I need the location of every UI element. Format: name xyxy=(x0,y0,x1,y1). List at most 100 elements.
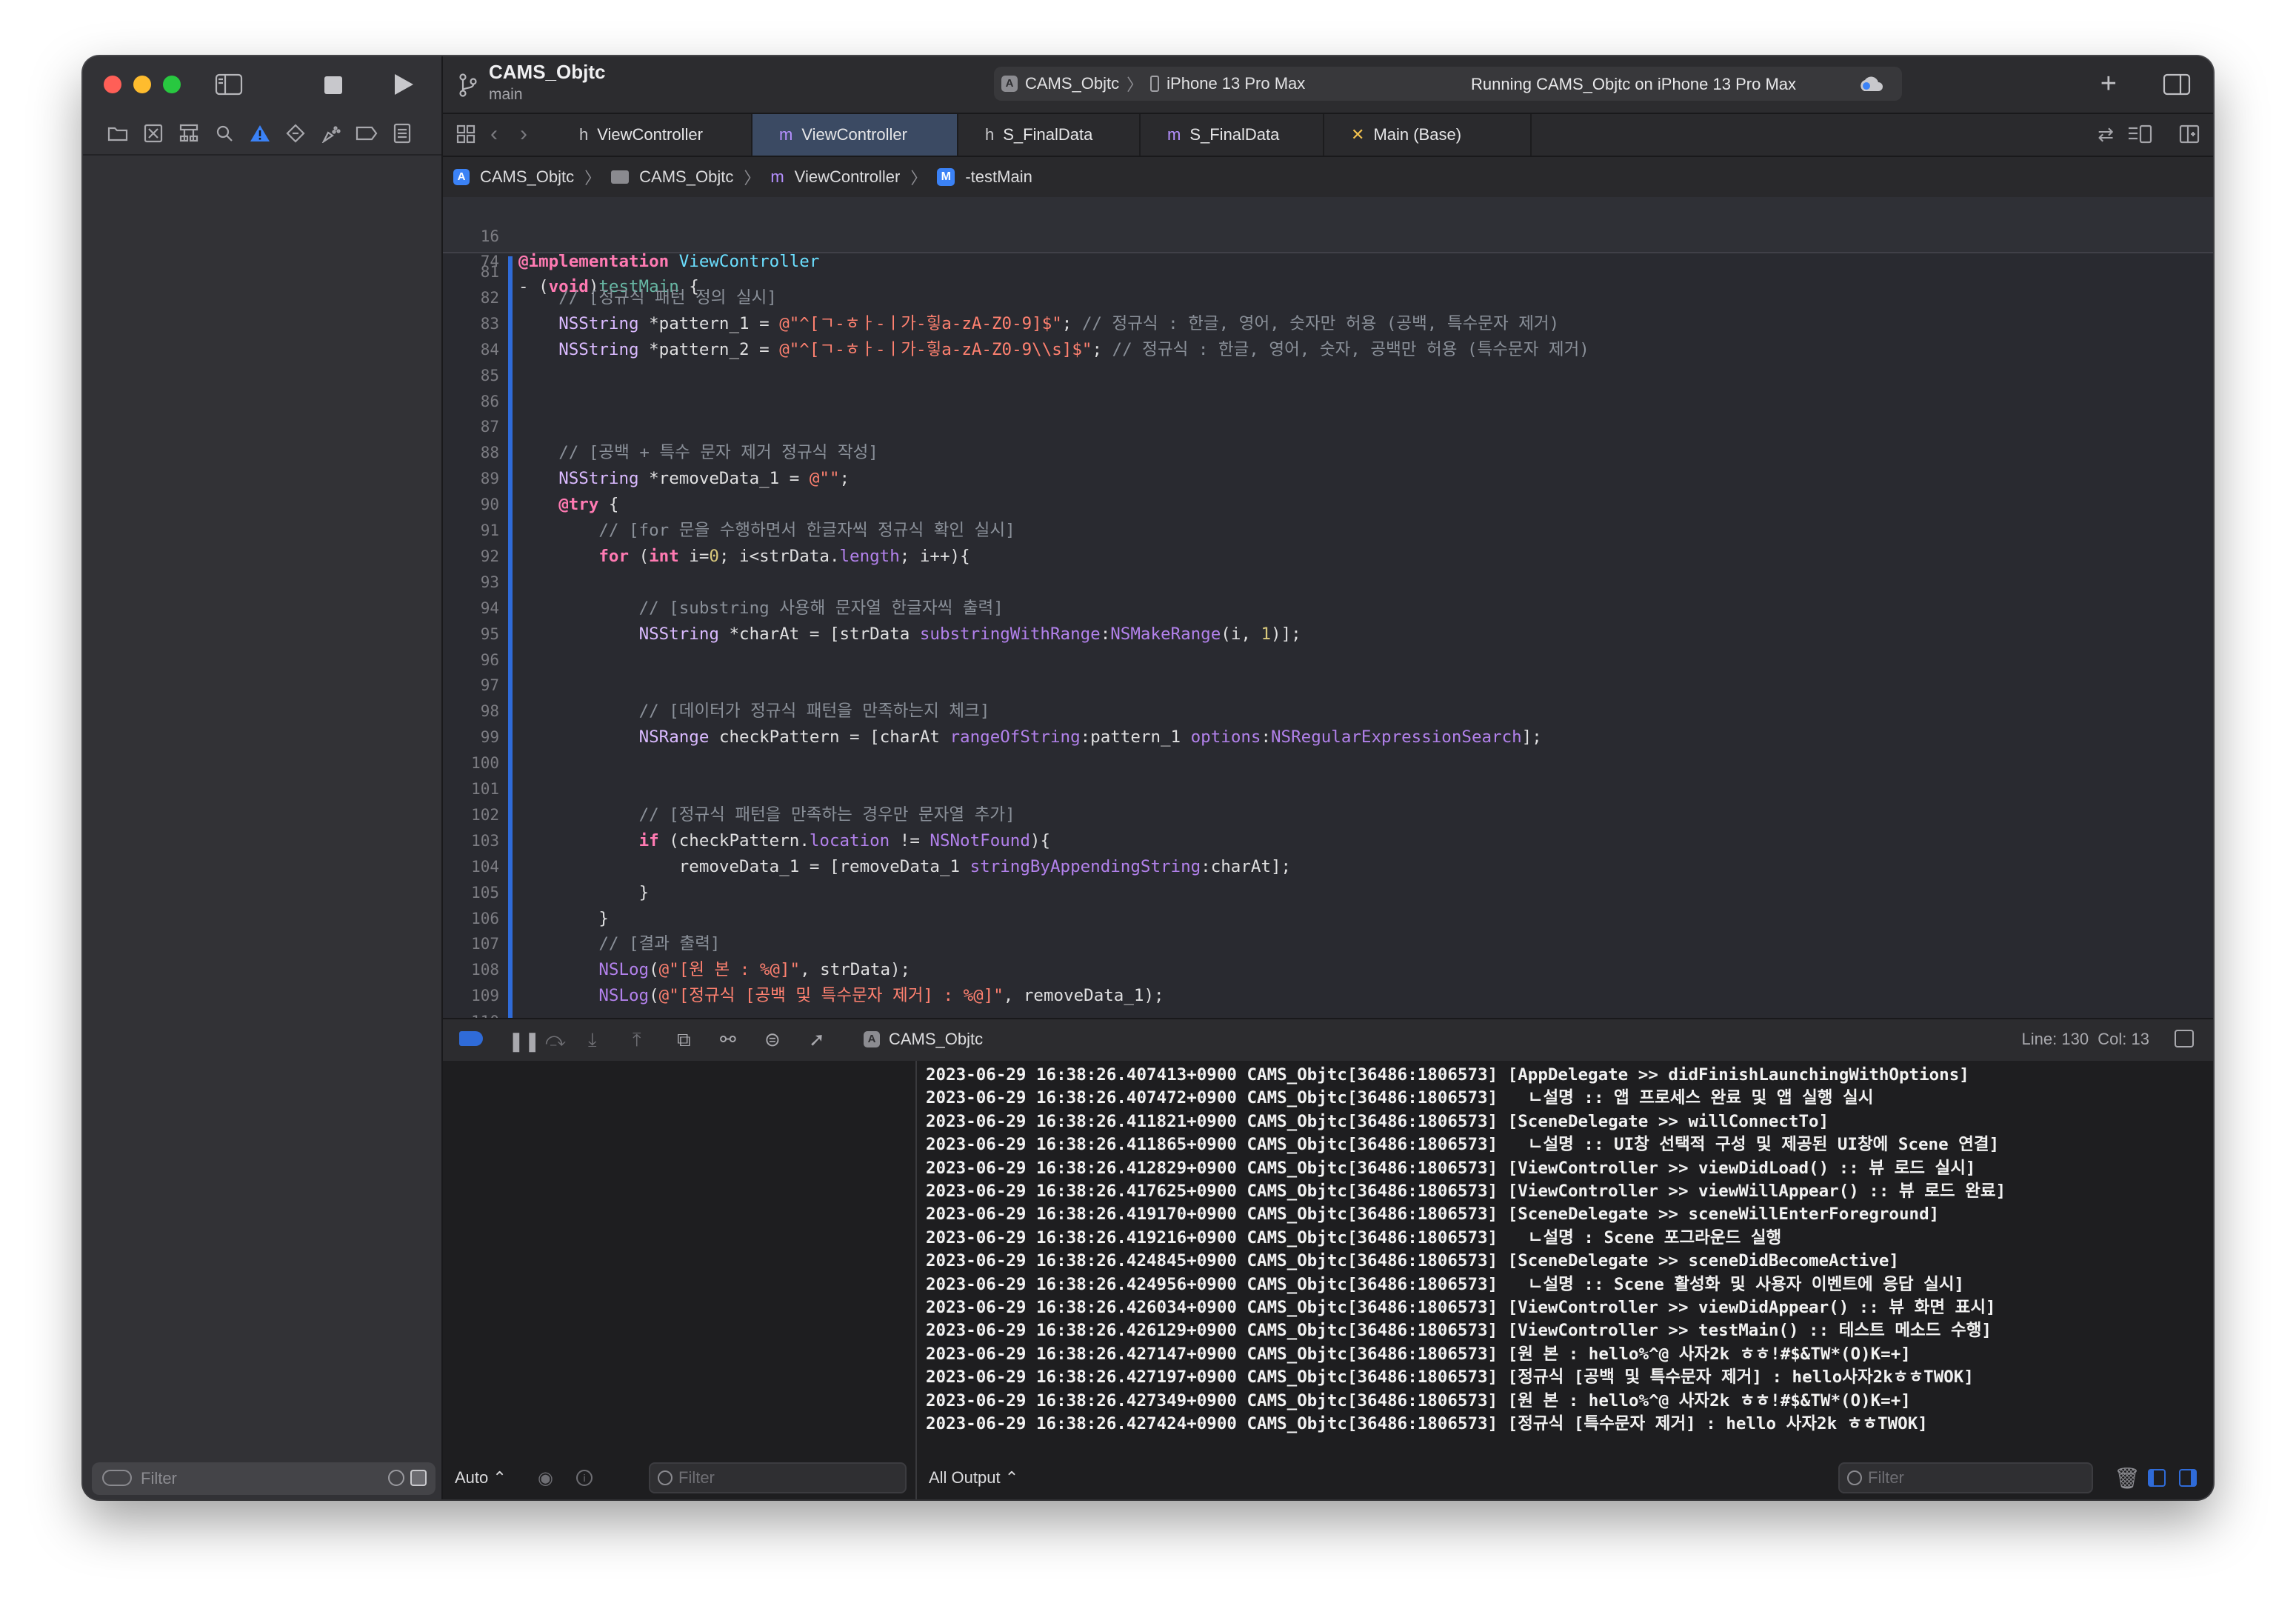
code-line: 92 for (int i=0; i<strData.length; i++){ xyxy=(443,544,2213,569)
breakpoint-icon[interactable] xyxy=(354,121,379,146)
step-over-icon[interactable]: ⤼ xyxy=(545,1028,566,1052)
xcode-window: Filter CAMS_Objtc main A CAMS_Objtc 〉 iP… xyxy=(83,56,2213,1499)
breadcrumb-method[interactable]: -testMain xyxy=(965,167,1032,187)
code-line: 81 xyxy=(443,259,2213,284)
code-line: 108 NSLog(@"[원 본 : %@]", strData); xyxy=(443,957,2213,982)
show-variables-icon[interactable] xyxy=(2148,1469,2166,1487)
tab-main-storyboard[interactable]: ✕ Main (Base) xyxy=(1324,114,1532,156)
simulate-location-icon[interactable]: ➚ xyxy=(809,1028,825,1051)
line-number: 85 xyxy=(480,366,499,384)
console-line: 2023-06-29 16:38:26.426129+0900 CAMS_Obj… xyxy=(926,1321,1992,1341)
line-number: 108 xyxy=(471,961,499,979)
device-icon xyxy=(1150,76,1160,92)
breadcrumb-file[interactable]: ViewController xyxy=(795,167,901,187)
environment-overrides-icon[interactable]: ⊜ xyxy=(764,1028,781,1051)
back-chevron-icon[interactable]: ‹ xyxy=(490,121,498,147)
code-text: NSLog(@"[원 본 : %@]", strData); xyxy=(598,960,911,980)
code-text: // [for 문을 수행하면서 한글자씩 정규식 확인 실시] xyxy=(598,521,1015,540)
code-text: @try { xyxy=(558,495,619,515)
stop-icon[interactable] xyxy=(324,76,342,94)
tab-viewcontroller-h[interactable]: h ViewController xyxy=(553,114,752,156)
info-icon[interactable]: i xyxy=(576,1470,593,1486)
debug-spray-icon[interactable] xyxy=(318,121,344,146)
m-file-icon: m xyxy=(1167,125,1181,144)
report-icon[interactable] xyxy=(390,121,415,146)
line-number: 88 xyxy=(480,444,499,462)
tab-label: ViewController xyxy=(597,125,703,144)
source-control-filter-icon[interactable] xyxy=(410,1470,427,1486)
console-line: 2023-06-29 16:38:26.417625+0900 CAMS_Obj… xyxy=(926,1182,2006,1201)
forward-chevron-icon[interactable]: › xyxy=(520,121,527,147)
sidebar-toggle-icon[interactable] xyxy=(215,73,243,96)
close-window-button[interactable] xyxy=(104,76,121,93)
code-text: // [정규식 패턴 정의 실시] xyxy=(558,287,777,307)
console-filter-input[interactable]: Filter xyxy=(1868,1468,1904,1488)
step-into-icon[interactable]: ⤓ xyxy=(588,1028,597,1052)
branch-name: main xyxy=(489,86,523,103)
variables-filter-input[interactable]: Filter xyxy=(678,1468,715,1488)
minimize-window-button[interactable] xyxy=(133,76,151,93)
inspector-toggle-icon[interactable] xyxy=(2163,73,2191,100)
console-filter[interactable]: Filter xyxy=(1838,1462,2093,1493)
split-editor-icon[interactable] xyxy=(2179,124,2200,147)
step-out-icon[interactable]: ⤒ xyxy=(633,1028,641,1052)
code-text: NSLog(@"[정규식 [공백 및 특수문자 제거] : %@]", remo… xyxy=(598,986,1164,1006)
cloud-icon[interactable] xyxy=(1858,74,1884,97)
code-line: 83 NSString *pattern_1 = @"^[ㄱ-ㅎㅏ-ㅣ가-힣a-… xyxy=(443,311,2213,336)
hide-debug-area-icon[interactable] xyxy=(2175,1030,2194,1047)
console-line: 2023-06-29 16:38:26.407413+0900 CAMS_Obj… xyxy=(926,1065,1969,1085)
run-icon[interactable] xyxy=(393,73,415,100)
zoom-window-button[interactable] xyxy=(163,76,181,93)
source-editor[interactable]: 16 @implementation ViewController 74 - (… xyxy=(443,197,2213,1018)
console-line: 2023-06-29 16:38:26.426034+0900 CAMS_Obj… xyxy=(926,1298,1996,1317)
navigator-filter-input[interactable]: Filter xyxy=(141,1469,177,1488)
code-line: 85 xyxy=(443,363,2213,388)
breadcrumb-project[interactable]: CAMS_Objtc xyxy=(480,167,574,187)
path-separator-icon: 〉 xyxy=(1127,76,1144,94)
warning-icon[interactable] xyxy=(247,121,273,146)
code-text: NSRange checkPattern = [charAt rangeOfSt… xyxy=(638,727,1542,747)
editor-options-icon[interactable] xyxy=(2127,124,2152,147)
related-items-grid-icon[interactable] xyxy=(456,124,475,147)
tab-s-finaldata-m[interactable]: m S_FinalData xyxy=(1141,114,1324,156)
memory-graph-icon[interactable]: ⚯ xyxy=(720,1028,736,1051)
debug-target-name[interactable]: CAMS_Objtc xyxy=(889,1030,983,1049)
line-number: 92 xyxy=(480,547,499,565)
navigator-filter[interactable]: Filter xyxy=(92,1462,435,1495)
tab-viewcontroller-m[interactable]: m ViewController xyxy=(752,114,958,156)
line-number: 86 xyxy=(480,392,499,410)
pause-icon[interactable]: ❚❚ xyxy=(508,1030,541,1053)
code-line: 99 NSRange checkPattern = [charAt rangeO… xyxy=(443,724,2213,750)
variables-scope-selector[interactable]: Auto ⌃ xyxy=(455,1468,507,1488)
folder-icon[interactable] xyxy=(105,121,130,146)
breadcrumb-group[interactable]: CAMS_Objtc xyxy=(639,167,733,187)
console-line: 2023-06-29 16:38:26.407472+0900 CAMS_Obj… xyxy=(926,1088,1874,1108)
code-line: 96 xyxy=(443,647,2213,673)
line-number: 105 xyxy=(471,883,499,902)
trash-icon[interactable]: 🗑︎ xyxy=(2114,1466,2140,1490)
console-output[interactable]: 2023-06-29 16:38:26.407413+0900 CAMS_Obj… xyxy=(917,1061,2213,1499)
console-line: 2023-06-29 16:38:26.419170+0900 CAMS_Obj… xyxy=(926,1205,1940,1225)
code-line: 82 // [정규식 패턴 정의 실시] xyxy=(443,285,2213,310)
symbol-navigator-icon[interactable] xyxy=(176,121,201,146)
scheme-selector[interactable]: A CAMS_Objtc 〉 iPhone 13 Pro Max xyxy=(1001,67,1305,101)
variables-filter[interactable]: Filter xyxy=(649,1462,907,1493)
activity-view: A CAMS_Objtc 〉 iPhone 13 Pro Max Running… xyxy=(994,67,1902,101)
test-diamond-icon[interactable] xyxy=(283,121,308,146)
recent-files-icon[interactable] xyxy=(388,1470,404,1486)
source-control-icon[interactable] xyxy=(141,121,166,146)
m-file-icon: m xyxy=(779,125,793,144)
add-icon[interactable]: + xyxy=(2100,70,2117,98)
breakpoints-toggle-icon[interactable] xyxy=(459,1031,483,1046)
sticky-header: 16 @implementation ViewController 74 - (… xyxy=(443,197,2213,296)
code-text: // [공백 + 특수 문자 제거 정규식 작성] xyxy=(558,443,878,463)
show-console-icon[interactable] xyxy=(2179,1469,2197,1487)
line-number: 96 xyxy=(480,650,499,669)
output-mode-selector[interactable]: All Output ⌃ xyxy=(929,1468,1018,1488)
swap-arrows-icon[interactable]: ⇄ xyxy=(2098,123,2114,146)
search-icon[interactable] xyxy=(212,121,237,146)
eye-icon[interactable]: ◉ xyxy=(538,1468,553,1489)
tab-s-finaldata-h[interactable]: h S_FinalData xyxy=(958,114,1141,156)
filter-options-icon[interactable] xyxy=(102,1470,132,1486)
view-hierarchy-icon[interactable]: ⧉ xyxy=(677,1028,691,1052)
